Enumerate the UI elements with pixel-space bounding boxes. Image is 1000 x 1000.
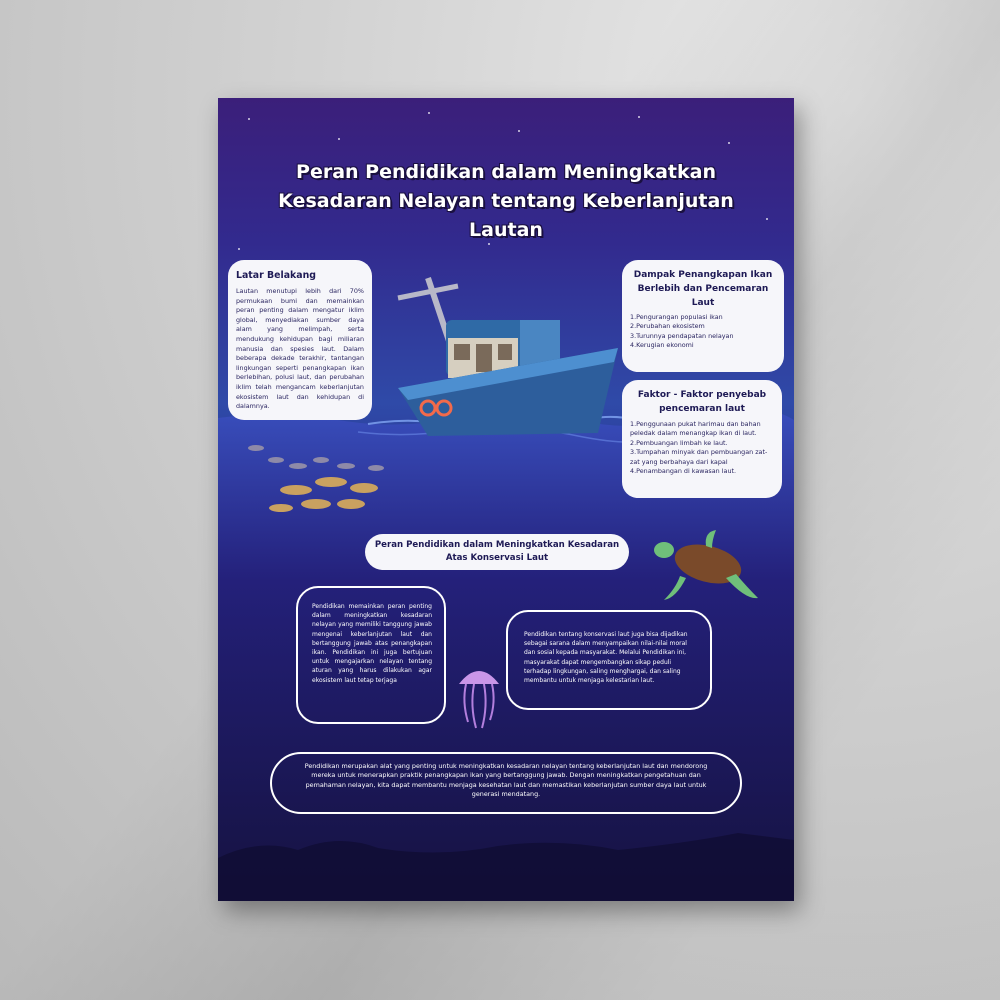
poster: Peran Pendidikan dalam Meningkatkan Kesa… xyxy=(218,98,794,901)
list-item: 2.Perubahan ekosistem xyxy=(630,322,705,331)
list-item: 1.Pengurangan populasi ikan xyxy=(630,313,723,321)
section-heading-pill: Peran Pendidikan dalam Meningkatkan Kesa… xyxy=(365,534,629,570)
latar-belakang-text: Lautan menutupi lebih dari 70% permukaan… xyxy=(236,287,364,411)
list-item: 1.Penggunaan pukat harimau dan bahan pel… xyxy=(630,420,761,438)
faktor-heading: Faktor - Faktor penyebab pencemaran laut xyxy=(637,390,767,414)
list-item: 3.Tumpahan minyak dan pembuangan zat-zat… xyxy=(630,448,768,466)
boat-illustration xyxy=(397,277,618,436)
dampak-list: 1.Pengurangan populasi ikan 2.Perubahan … xyxy=(630,313,776,351)
faktor-card: Faktor - Faktor penyebab pencemaran laut… xyxy=(622,380,782,498)
left-info-box: Pendidikan memainkan peran penting dalam… xyxy=(296,586,446,724)
left-info-text: Pendidikan memainkan peran penting dalam… xyxy=(312,603,432,684)
jellyfish-illustration xyxy=(459,671,499,729)
sea-turtle-illustration xyxy=(654,530,758,600)
list-item: 4.Penambangan di kawasan laut. xyxy=(630,467,737,476)
dampak-card: Dampak Penangkapan Ikan Berlebih dan Pen… xyxy=(622,260,784,372)
right-info-box: Pendidikan tentang konservasi laut juga … xyxy=(506,610,712,710)
fish-school-illustration xyxy=(248,445,384,512)
list-item: 4.Kerugian ekonomi xyxy=(630,341,694,350)
conclusion-box: Pendidikan merupakan alat yang penting u… xyxy=(270,752,742,814)
list-item: 3.Turunnya pendapatan nelayan xyxy=(630,331,734,340)
right-info-text: Pendidikan tentang konservasi laut juga … xyxy=(524,631,688,685)
conclusion-text: Pendidikan merupakan alat yang penting u… xyxy=(304,762,708,799)
dampak-heading: Dampak Penangkapan Ikan Berlebih dan Pen… xyxy=(633,270,773,308)
list-item: 2.Pembuangan limbah ke laut. xyxy=(630,438,728,447)
faktor-list: 1.Penggunaan pukat harimau dan bahan pel… xyxy=(630,420,774,476)
latar-belakang-card: Latar Belakang Lautan menutupi lebih dar… xyxy=(228,260,372,420)
latar-belakang-heading: Latar Belakang xyxy=(236,270,316,281)
